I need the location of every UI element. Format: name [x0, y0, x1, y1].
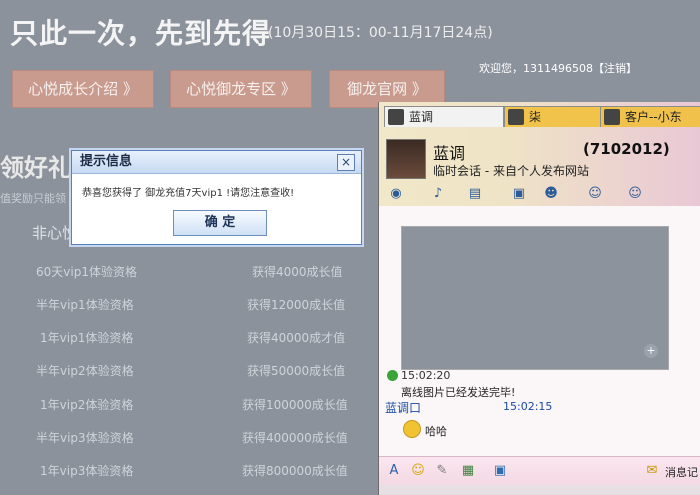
- row-reward: 获得40000成才值: [247, 331, 346, 345]
- avatar: [388, 109, 404, 125]
- font-icon[interactable]: A: [385, 462, 403, 480]
- emoji-icon: [403, 420, 421, 438]
- tab-label: 客户--小东: [625, 110, 682, 124]
- welcome-text[interactable]: 欢迎您，1311496508【注销】: [479, 60, 637, 76]
- chat-window: 蓝调 柒 客户--小东 蓝调 (7102012) 临时会话 - 来自个人发布网站…: [378, 102, 700, 495]
- section-heading: 领好礼: [0, 154, 72, 182]
- tab-growth-intro[interactable]: 心悦成长介绍 》: [12, 70, 154, 108]
- input-toolbar: A ☺ ✎ ▦ ▣ ✉ 消息记: [379, 456, 700, 485]
- zoom-icon[interactable]: +: [644, 344, 658, 358]
- row-reward: 获得12000成长值: [247, 298, 346, 312]
- page-headline-subtitle: (10月30日15：00-11月17日24点): [268, 25, 493, 41]
- folder-icon[interactable]: ▤: [465, 184, 485, 204]
- contact-name: 蓝调: [433, 144, 466, 163]
- row-item: 半年vip1体验资格: [36, 298, 134, 312]
- section-note: 值奖励只能领: [0, 192, 66, 205]
- table-row: 半年vip2体验资格 获得50000成长值: [0, 353, 380, 386]
- screen-capture-icon[interactable]: ▣: [491, 462, 509, 480]
- search-icon[interactable]: ◉: [386, 184, 406, 204]
- contact-status: 临时会话 - 来自个人发布网站: [433, 164, 589, 178]
- tab-dragon-zone[interactable]: 心悦御龙专区 》: [170, 70, 312, 108]
- row-item: 1年vip1体验资格: [40, 331, 134, 345]
- system-time: 15:02:20: [401, 369, 451, 382]
- message-history-button[interactable]: 消息记: [665, 464, 698, 480]
- row-reward: 获得50000成长值: [247, 364, 346, 378]
- close-button[interactable]: ×: [337, 154, 355, 171]
- avatar: [508, 109, 524, 125]
- avatar[interactable]: [386, 139, 426, 179]
- row-reward: 获得100000成长值: [242, 398, 348, 412]
- microphone-icon[interactable]: ♪: [428, 184, 448, 204]
- check-icon: [387, 370, 398, 381]
- row-item: 1年vip3体验资格: [40, 464, 134, 478]
- table-row: 半年vip1体验资格 获得12000成长值: [0, 287, 380, 320]
- chat-tab-xiaodong[interactable]: 客户--小东: [600, 106, 700, 127]
- screen-icon[interactable]: ▣: [509, 184, 529, 204]
- table-row: 60天vip1体验资格 获得4000成长值: [0, 254, 380, 287]
- avatar: [604, 109, 620, 125]
- system-message: 离线图片已经发送完毕!: [401, 386, 516, 399]
- image-thumbnail[interactable]: [401, 226, 669, 370]
- chat-tab-lantiao[interactable]: 蓝调: [384, 106, 504, 127]
- row-item: 半年vip3体验资格: [36, 431, 134, 445]
- contact-id: (7102012): [583, 140, 670, 158]
- page-headline: 只此一次，先到先得: [10, 17, 272, 50]
- sender-time: 15:02:15: [503, 400, 553, 413]
- group-icon[interactable]: ☺: [585, 184, 605, 204]
- table-row: 半年vip3体验资格 获得400000成长值: [0, 420, 380, 453]
- history-icon[interactable]: ✉: [643, 462, 661, 480]
- group-icon[interactable]: ☺: [625, 184, 645, 204]
- row-reward: 获得400000成长值: [242, 431, 348, 445]
- confirm-button[interactable]: 确 定: [173, 210, 267, 236]
- row-reward: 获得800000成长值: [242, 464, 348, 478]
- table-row: 1年vip1体验资格 获得40000成才值: [0, 320, 380, 353]
- tab-label: 柒: [529, 110, 542, 124]
- edit-icon[interactable]: ✎: [433, 462, 451, 480]
- table-row: 1年vip2体验资格 获得100000成长值: [0, 387, 380, 420]
- row-reward: 获得4000成长值: [252, 265, 343, 279]
- picture-icon[interactable]: ▦: [459, 462, 477, 480]
- dialog-message: 恭喜您获得了 御龙充值7天vip1 !请您注意查收!: [82, 188, 295, 199]
- row-item: 60天vip1体验资格: [36, 265, 137, 279]
- row-item: 1年vip2体验资格: [40, 398, 134, 412]
- chat-toolbar: ◉ ♪ ▤ ▣ ☻ ☺ ☺: [379, 184, 700, 208]
- user-icon[interactable]: ☻: [541, 184, 561, 204]
- message-area: [379, 206, 700, 456]
- message-text: 哈哈: [425, 425, 447, 438]
- row-item: 半年vip2体验资格: [36, 364, 134, 378]
- table-row: 1年vip3体验资格 获得800000成长值: [0, 453, 380, 486]
- tab-label: 蓝调: [409, 110, 434, 124]
- sender-name: 蓝调口: [385, 401, 422, 415]
- emoji-icon[interactable]: ☺: [409, 462, 427, 480]
- notice-dialog: 提示信息 × 恭喜您获得了 御龙充值7天vip1 !请您注意查收! 确 定: [71, 150, 362, 245]
- dialog-title: 提示信息: [72, 151, 361, 174]
